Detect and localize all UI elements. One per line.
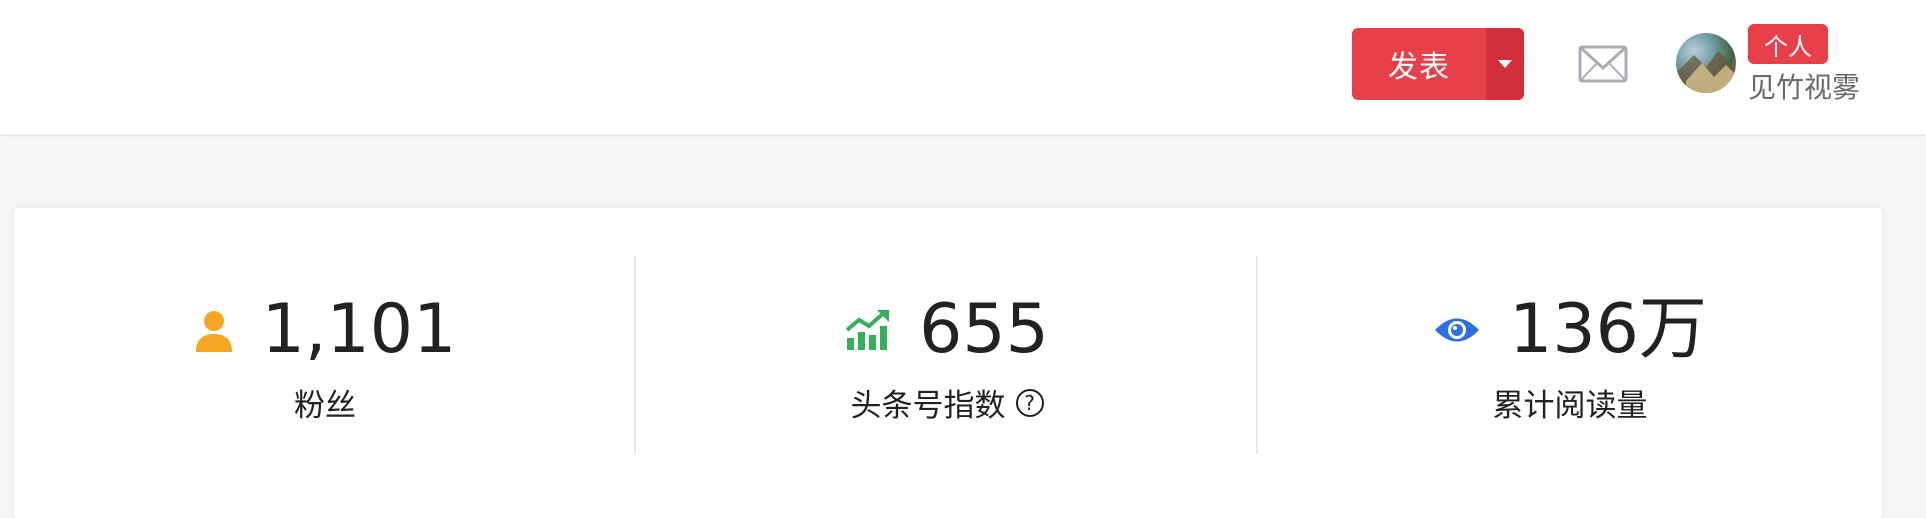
followers-label: 粉丝 [294,388,356,424]
username[interactable]: 见竹视雾 [1748,66,1860,106]
help-icon[interactable]: ? [1015,388,1044,417]
trend-chart-icon [845,308,891,352]
stats-card: 1,101 粉丝 655 头条号指数 ? 136万 累计阅读量 [14,208,1882,518]
stat-index: 655 头条号指数 ? [636,208,1258,504]
index-label: 头条号指数 [850,388,1006,424]
publish-button-group[interactable]: 发表 [1352,28,1524,100]
stat-reads: 136万 累计阅读量 [1258,208,1882,504]
followers-count: 1,101 [261,290,457,369]
reads-label: 累计阅读量 [1492,388,1648,424]
publish-dropdown-button[interactable] [1486,28,1524,100]
account-type-badge: 个人 [1748,24,1828,64]
top-bar: 发表 个人 见竹视雾 [0,0,1926,134]
avatar[interactable] [1676,33,1736,93]
caret-down-icon [1498,60,1512,68]
publish-button[interactable]: 发表 [1352,28,1486,100]
index-value: 655 [919,290,1049,369]
stat-followers: 1,101 粉丝 [14,208,636,504]
user-icon [194,308,234,352]
mail-icon[interactable] [1578,44,1628,84]
reads-count: 136万 [1509,290,1707,369]
eye-icon [1433,313,1481,347]
